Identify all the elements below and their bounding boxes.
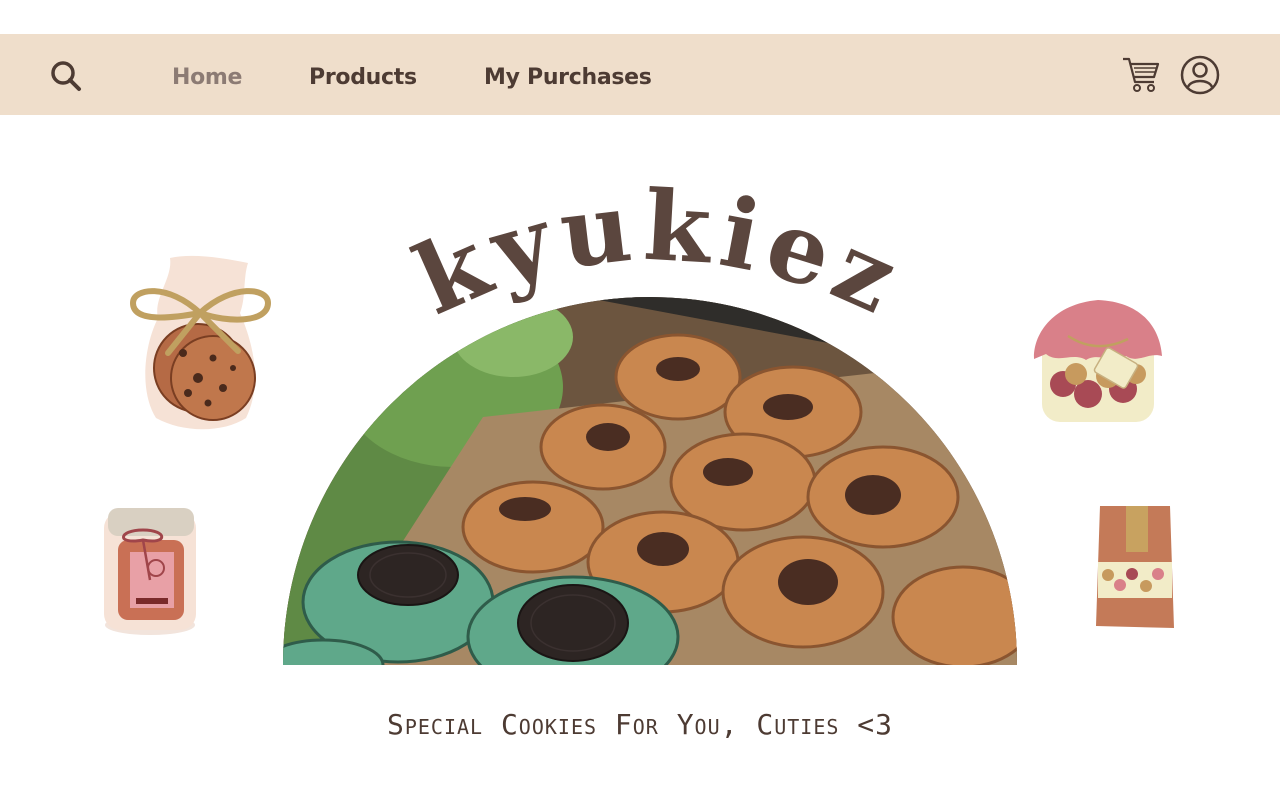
cookie-tin-illustration: [98, 500, 203, 635]
nav-my-purchases-link[interactable]: My Purchases: [484, 64, 652, 92]
top-navbar: Home Products My Purchases: [0, 34, 1280, 115]
cookie-bag-illustration: [128, 253, 273, 433]
tagline: Special Cookies For You, Cuties <3: [386, 708, 893, 741]
cart-icon[interactable]: [1120, 54, 1162, 96]
nav-products-link[interactable]: Products: [309, 64, 417, 92]
search-icon[interactable]: [48, 58, 84, 94]
hero-cookie-photo: [283, 297, 1017, 665]
jam-jar-illustration: [1028, 294, 1166, 426]
snack-pouch-illustration: [1090, 500, 1178, 633]
nav-home-link[interactable]: Home: [172, 64, 242, 92]
user-circle-icon[interactable]: [1179, 54, 1221, 96]
